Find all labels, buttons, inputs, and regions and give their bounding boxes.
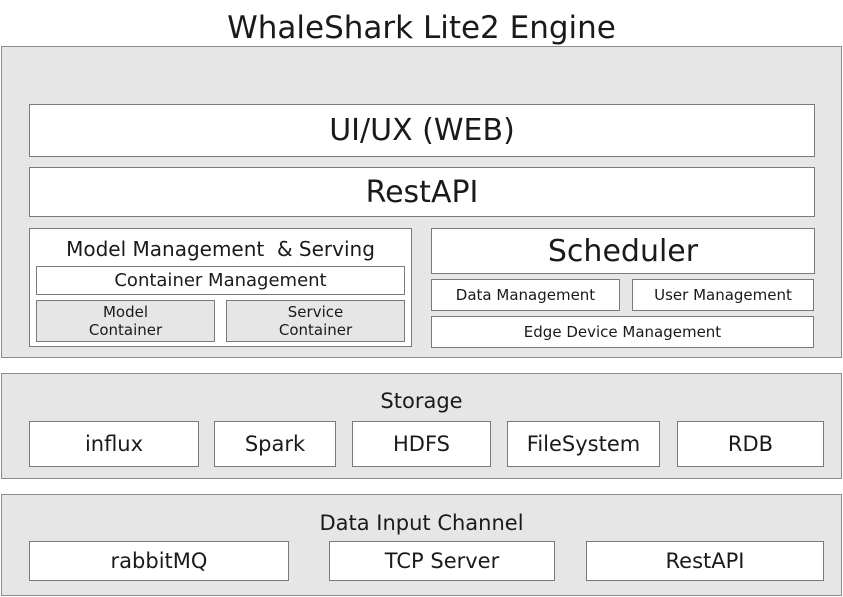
diagram-title: WhaleShark Lite2 Engine bbox=[227, 10, 616, 46]
input-restapi-box: RestAPI bbox=[586, 541, 824, 581]
input-tcp-server-box: TCP Server bbox=[329, 541, 555, 581]
user-management-box: User Management bbox=[632, 279, 814, 311]
container-management-box: Container Management bbox=[36, 266, 405, 295]
edge-device-management-box: Edge Device Management bbox=[431, 316, 814, 348]
data-management-box: Data Management bbox=[431, 279, 620, 311]
scheduler-box: Scheduler bbox=[431, 228, 815, 274]
input-rabbitmq-box: rabbitMQ bbox=[29, 541, 289, 581]
storage-influx-box: influx bbox=[29, 421, 199, 467]
storage-hdfs-box: HDFS bbox=[352, 421, 491, 467]
service-container-box: Service Container bbox=[226, 300, 405, 342]
ui-ux-web-box: UI/UX (WEB) bbox=[29, 104, 815, 157]
model-management-title: Model Management & Serving bbox=[66, 237, 375, 261]
data-input-title: Data Input Channel bbox=[319, 511, 524, 535]
storage-filesystem-box: FileSystem bbox=[507, 421, 660, 467]
storage-rdb-box: RDB bbox=[677, 421, 824, 467]
model-container-box: Model Container bbox=[36, 300, 215, 342]
storage-spark-box: Spark bbox=[214, 421, 336, 467]
storage-title: Storage bbox=[380, 389, 463, 413]
rest-api-box: RestAPI bbox=[29, 167, 815, 217]
